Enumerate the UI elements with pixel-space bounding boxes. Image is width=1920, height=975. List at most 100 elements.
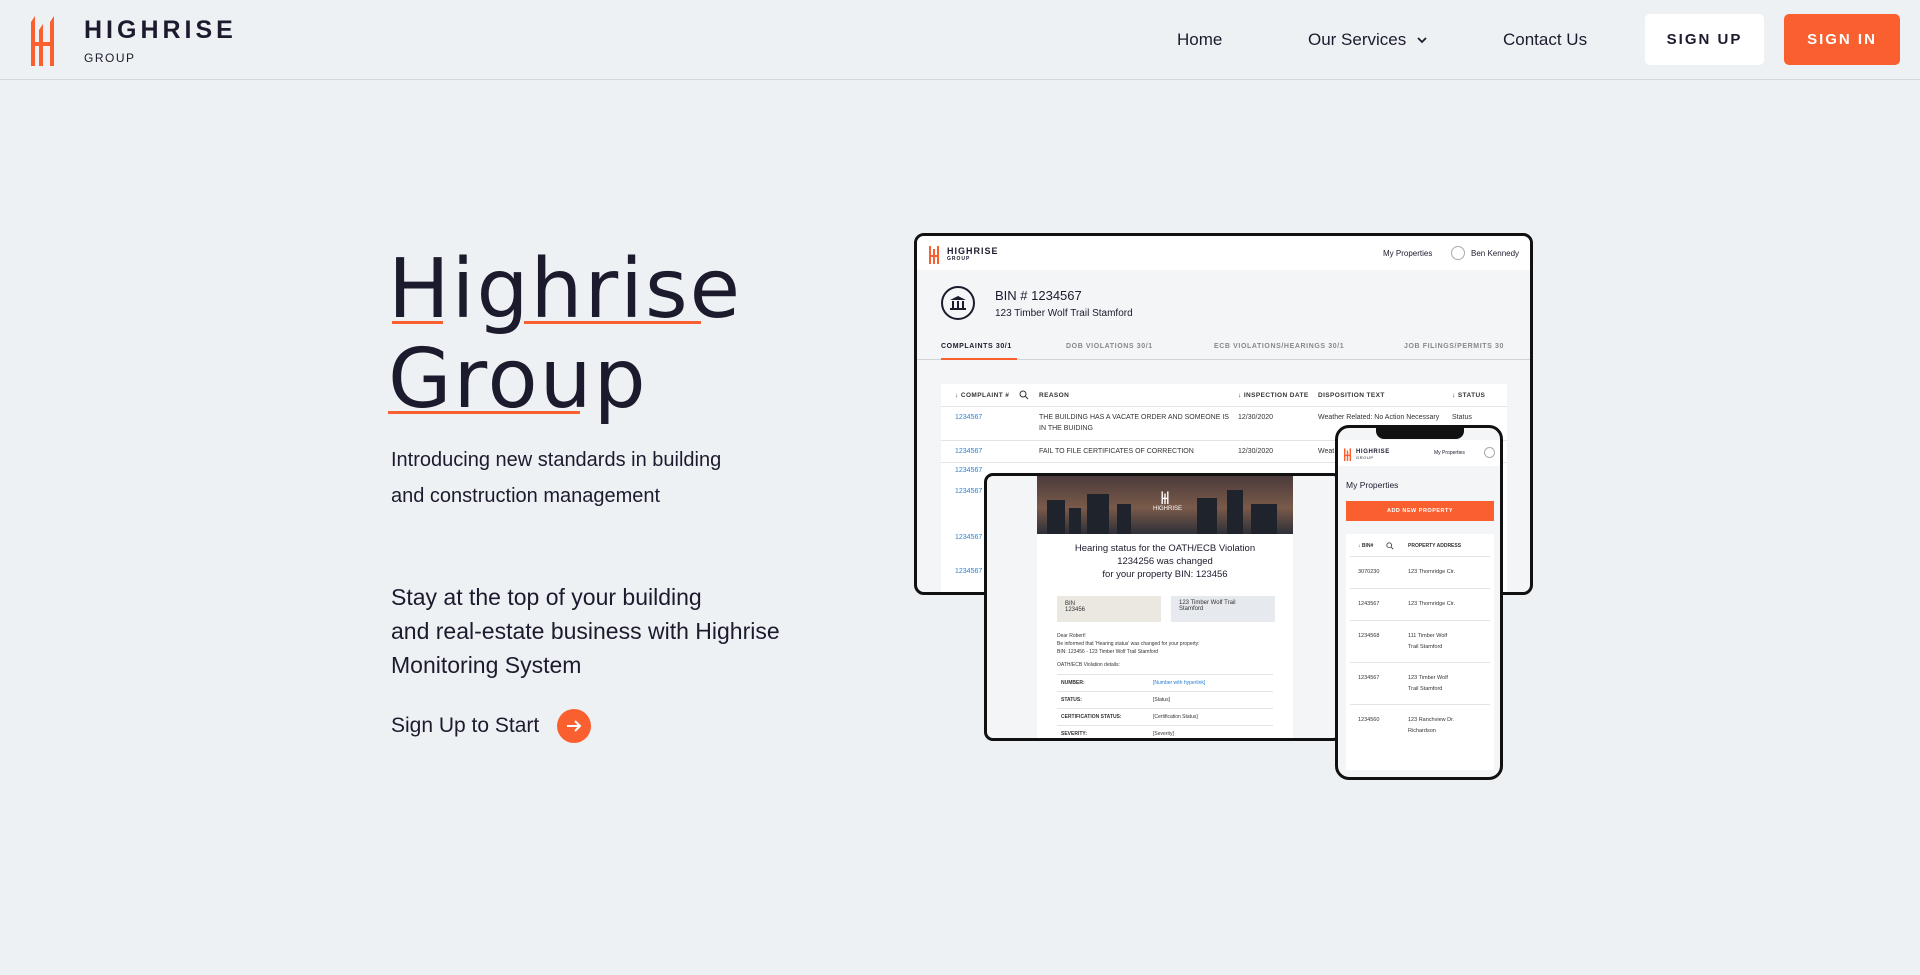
mockup-tab-dob-violations: DOB VIOLATIONS 30/1 (1066, 343, 1153, 350)
highrise-logo-icon (929, 246, 939, 264)
complaint-number-link: 1234567 (955, 414, 983, 421)
mockup-logo: HIGHRISE GROUP (929, 244, 999, 264)
property-address: Trail Stamford (1408, 644, 1443, 650)
table-header-cell: ↓ INSPECTION DATE (1238, 392, 1309, 399)
building-icon (941, 286, 975, 320)
active-tab-indicator (941, 358, 1017, 360)
mockup-brand-name: HIGHRISE (947, 246, 999, 256)
address-line: Stamford (1179, 606, 1204, 612)
table-row: 1234568 111 Timber Wolf Trail Stamford (1350, 620, 1490, 662)
brand-name: HIGHRISE (84, 16, 237, 44)
brand-logo[interactable]: HIGHRISE GROUP (29, 12, 237, 66)
property-address: 123 Thornridge Cir. (1408, 569, 1455, 575)
sign-up-button[interactable]: SIGN UP (1645, 14, 1764, 65)
detail-row: SEVERITY: [Severity] (1057, 725, 1273, 738)
phone-page-title: My Properties (1346, 480, 1399, 490)
inspection-date: 12/30/2020 (1238, 448, 1274, 455)
email-letter: Dear Robert! Be informed that 'Hearing s… (1057, 632, 1200, 656)
table-header-cell: DISPOSITION TEXT (1318, 392, 1385, 399)
property-bin: 1234560 (1358, 717, 1380, 723)
bin-value: 123456 (1065, 607, 1086, 613)
sign-up-to-start-link[interactable]: Sign Up to Start (391, 709, 592, 743)
hero-title-line2: Group (388, 335, 742, 425)
property-address: Richardson (1408, 728, 1436, 734)
property-address: 123 Timber Wolf (1408, 675, 1448, 681)
email-address-box: 123 Timber Wolf Trail Stamford (1171, 596, 1275, 622)
phone-properties-table: ↓ BIN# PROPERTY ADDRESS 3070230 123 Thor… (1346, 534, 1494, 770)
hero-tagline: Stay at the top of your building and rea… (391, 580, 851, 682)
email-heading: Hearing status for the OATH/ECB Violatio… (1037, 542, 1293, 581)
nav-our-services-dropdown[interactable]: Our Services (1308, 30, 1428, 50)
detail-key: NUMBER: (1061, 680, 1085, 686)
property-bin: 1234568 (1358, 633, 1380, 639)
phone-my-properties-link: My Properties (1434, 450, 1465, 456)
detail-value: [Severity] (1153, 731, 1174, 737)
phone-brand-sub: GROUP (1356, 454, 1374, 460)
phone-brand-name: HIGHRISE (1356, 448, 1390, 455)
property-bin: 3070230 (1358, 569, 1380, 575)
mockup-user-name: Ben Kennedy (1471, 248, 1520, 258)
user-avatar-icon (1451, 246, 1465, 260)
hero-tagline-line: Monitoring System (391, 652, 582, 678)
table-header-cell: ↓ COMPLAINT # (955, 392, 1010, 399)
property-address: 111 Timber Wolf (1408, 633, 1448, 639)
detail-key: CERTIFICATION STATUS: (1061, 714, 1122, 720)
property-address: Trail Stamford (1408, 686, 1443, 692)
mockup-bin-number: BIN # 1234567 (995, 288, 1082, 303)
tablet-email-mockup: HIGHRISE Hearing status for the OATH/ECB… (984, 473, 1342, 741)
phone-notch (1376, 428, 1464, 439)
detail-row: NUMBER: [Number with hyperlink] (1057, 674, 1273, 691)
user-avatar-icon (1484, 447, 1495, 458)
table-row: 1234567 123 Timber Wolf Trail Stamford (1350, 662, 1490, 704)
complaint-number-link: 1234567 (955, 448, 983, 455)
mockup-tab-ecb-violations: ECB VIOLATIONS/HEARINGS 30/1 (1214, 343, 1345, 350)
nav-contact-us-link[interactable]: Contact Us (1503, 30, 1587, 50)
property-bin: 1234567 (1358, 675, 1380, 681)
mockup-header: HIGHRISE GROUP My Properties Ben Kennedy (917, 236, 1530, 270)
phone-header: HIGHRISE GROUP My Properties (1338, 440, 1500, 466)
email-card: Hearing status for the OATH/ECB Violatio… (1037, 534, 1293, 738)
disposition-text: Weat (1318, 448, 1335, 455)
table-row: 1234560 123 Ranchview Dr. Richardson (1350, 704, 1490, 746)
mockup-address: 123 Timber Wolf Trail Stamford (995, 308, 1133, 319)
hero-tagline-line: and real-estate business with Highrise (391, 618, 780, 644)
email-bin-box: BIN 123456 (1057, 596, 1161, 622)
letter-line: Dear Robert! (1057, 633, 1086, 639)
nav-home-link[interactable]: Home (1177, 30, 1222, 50)
property-address: 123 Thornridge Cir. (1408, 601, 1455, 607)
sign-in-button[interactable]: SIGN IN (1784, 14, 1900, 65)
email-heading-line: for your property BIN: 123456 (1102, 569, 1228, 580)
email-hero-image: HIGHRISE (1037, 476, 1293, 534)
mockup-tabs: COMPLAINTS 30/1 DOB VIOLATIONS 30/1 ECB … (917, 338, 1530, 360)
mockup-tab-job-filings: JOB FILINGS/PERMITS 30 (1404, 343, 1504, 350)
hero-intro-line: Introducing new standards in building (391, 449, 722, 471)
email-logo: HIGHRISE (1153, 490, 1182, 512)
chevron-down-icon (1417, 37, 1427, 44)
top-navigation-bar: HIGHRISE GROUP Home Our Services Contact… (0, 0, 1920, 80)
title-underline-accent (392, 321, 443, 324)
highrise-logo-icon (1344, 448, 1351, 461)
hero-title-line1: Highrise (388, 245, 742, 335)
hero-intro-line: and construction management (391, 485, 661, 507)
table-header-cell: REASON (1039, 392, 1070, 399)
inspection-date: 12/30/2020 (1238, 414, 1274, 421)
title-underline-accent (388, 411, 580, 414)
mockup-my-properties-link: My Properties (1383, 249, 1433, 258)
mockup-tab-complaints: COMPLAINTS 30/1 (941, 343, 1012, 350)
mockup-user: Ben Kennedy (1451, 246, 1519, 260)
detail-value: [Number with hyperlink] (1153, 680, 1206, 686)
table-header-cell: PROPERTY ADDRESS (1408, 543, 1462, 549)
mockup-brand-sub: GROUP (947, 256, 971, 262)
nav-our-services-label: Our Services (1308, 30, 1407, 49)
hero-tagline-line: Stay at the top of your building (391, 584, 702, 610)
detail-value: [Status] (1153, 697, 1170, 703)
arrow-right-icon[interactable] (557, 709, 592, 743)
phone-add-property-button: ADD NEW PROPERTY (1346, 501, 1494, 521)
hero-title: Highrise Group (388, 245, 742, 425)
details-title: OATH/ECB Violation details: (1057, 662, 1120, 668)
complaint-number-link: 1234567 (955, 467, 983, 474)
brand-subtitle: GROUP (84, 51, 136, 65)
detail-key: SEVERITY: (1061, 731, 1088, 737)
cta-label: Sign Up to Start (391, 714, 540, 737)
detail-row: CERTIFICATION STATUS: [Certification Stat… (1057, 708, 1273, 725)
